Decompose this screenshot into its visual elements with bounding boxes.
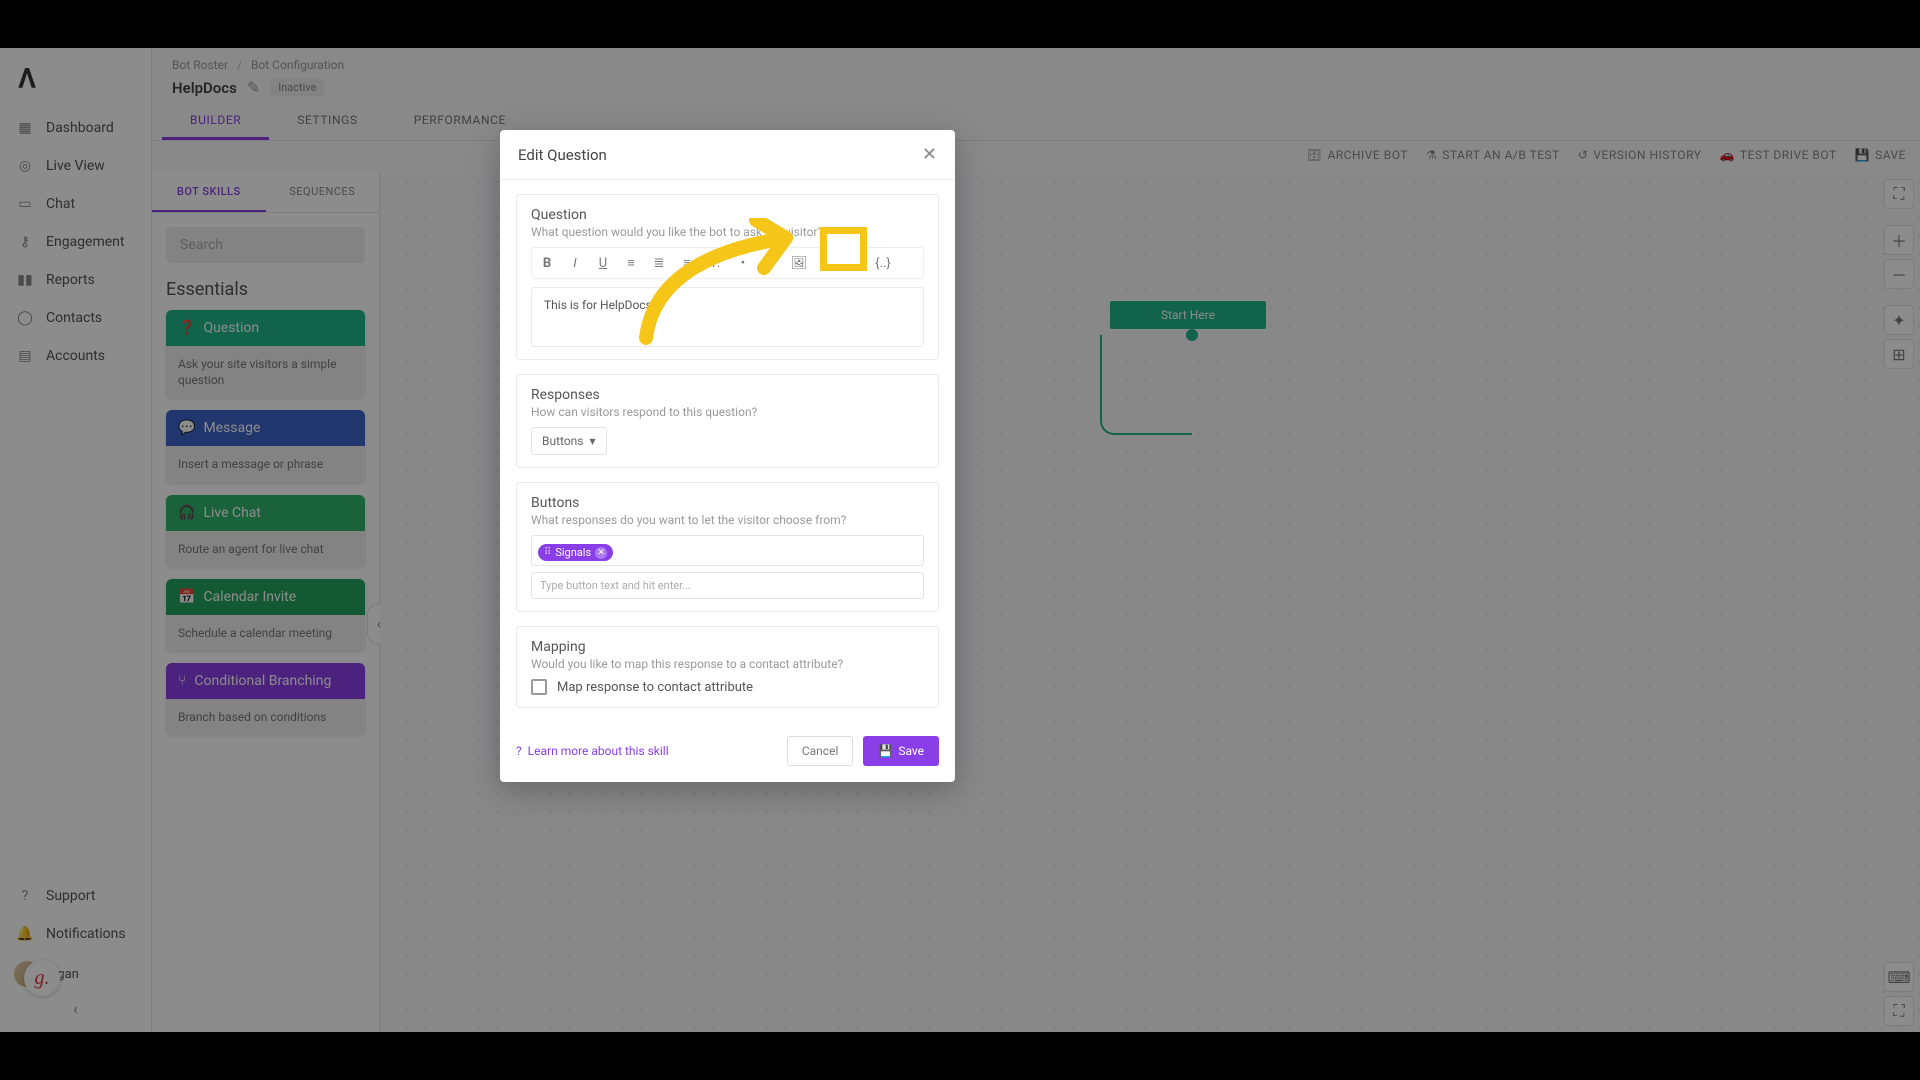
mapping-card: Mapping Would you like to map this respo… (516, 626, 939, 708)
question-label: Question (531, 207, 924, 223)
save-label: Save (898, 744, 924, 758)
responses-label: Responses (531, 387, 924, 403)
align-left-icon[interactable]: ≡ (618, 250, 644, 276)
button-chip[interactable]: ⠿ Signals ✕ (538, 544, 613, 561)
responses-hint: How can visitors respond to this questio… (531, 405, 924, 419)
unordered-list-icon[interactable]: • (730, 250, 756, 276)
drag-icon[interactable]: ⠿ (544, 547, 551, 558)
checkbox-label: Map response to contact attribute (557, 680, 753, 695)
cancel-button[interactable]: Cancel (787, 736, 854, 766)
mapping-hint: Would you like to map this response to a… (531, 657, 924, 671)
edit-question-modal: Edit Question ✕ Question What question w… (500, 130, 955, 782)
question-card: Question What question would you like th… (516, 194, 939, 360)
align-center-icon[interactable]: ≣ (646, 250, 672, 276)
variable-icon[interactable]: {..} (870, 250, 896, 276)
clear-format-icon[interactable]: Tx (814, 250, 840, 276)
underline-icon[interactable]: U (590, 250, 616, 276)
learn-more-link[interactable]: ? Learn more about this skill (516, 744, 669, 758)
editor-toolbar: B I U ≡ ≣ ≡ 1. • 🔗 🖼 Tx ☺ {..} (531, 247, 924, 279)
save-icon: 💾 (878, 744, 893, 758)
question-hint: What question would you like the bot to … (531, 225, 924, 239)
emoji-icon[interactable]: ☺ (842, 250, 868, 276)
button-text-input[interactable]: Type button text and hit enter... (531, 572, 924, 599)
chevron-down-icon: ▾ (590, 434, 596, 448)
italic-icon[interactable]: I (562, 250, 588, 276)
buttons-hint: What responses do you want to let the vi… (531, 513, 924, 527)
close-icon[interactable]: ✕ (922, 144, 937, 165)
buttons-label: Buttons (531, 495, 924, 511)
buttons-card: Buttons What responses do you want to le… (516, 482, 939, 612)
mapping-label: Mapping (531, 639, 924, 655)
image-icon[interactable]: 🖼 (786, 250, 812, 276)
align-right-icon[interactable]: ≡ (674, 250, 700, 276)
chip-label: Signals (555, 546, 591, 559)
modal-title: Edit Question (518, 146, 607, 164)
help-icon: ? (516, 744, 522, 758)
response-type-select[interactable]: Buttons ▾ (531, 427, 607, 455)
select-value: Buttons (542, 434, 584, 448)
chip-row: ⠿ Signals ✕ (531, 535, 924, 566)
remove-chip-icon[interactable]: ✕ (595, 547, 607, 559)
modal-backdrop[interactable] (0, 48, 1920, 1032)
learn-label: Learn more about this skill (528, 744, 669, 758)
ordered-list-icon[interactable]: 1. (702, 250, 728, 276)
bold-icon[interactable]: B (534, 250, 560, 276)
save-button[interactable]: 💾 Save (863, 736, 939, 766)
map-response-checkbox[interactable] (531, 679, 547, 695)
responses-card: Responses How can visitors respond to th… (516, 374, 939, 468)
question-editor[interactable]: This is for HelpDocs (531, 287, 924, 347)
link-icon[interactable]: 🔗 (758, 250, 784, 276)
